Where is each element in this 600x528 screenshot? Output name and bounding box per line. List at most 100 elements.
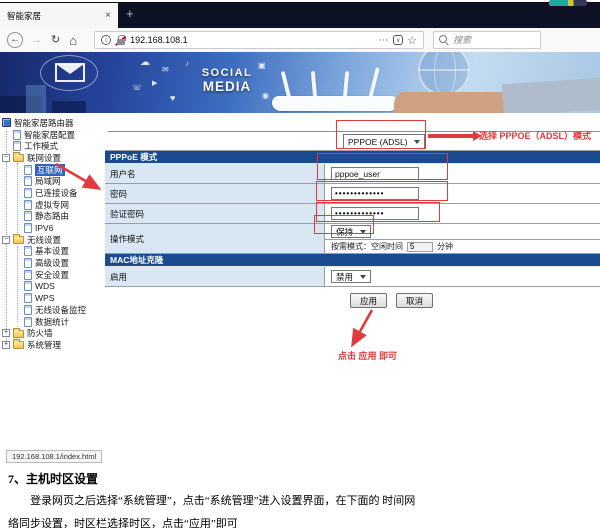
page-icon [24,246,32,256]
back-icon[interactable]: ← [7,32,23,48]
forward-icon[interactable]: → [31,35,42,46]
wan-mode-select[interactable]: PPPOE (ADSL) [343,134,425,149]
sidebar-item-work-mode[interactable]: 工作模式 [0,140,105,152]
cancel-button[interactable]: 取消 [396,293,433,308]
expand-icon[interactable] [2,341,10,349]
sidebar-folder-wireless[interactable]: 无线设置 [0,234,105,246]
pocket-icon[interactable]: ∨ [393,35,403,45]
pppoe-section-header: PPPoE 模式 [105,151,600,164]
operation-mode-label: 操作模式 [105,224,325,253]
mac-enable-label: 启用 [105,267,325,286]
collapse-icon[interactable] [2,236,10,244]
page-icon [24,188,32,198]
sidebar-item-internet[interactable]: 互联网 [0,164,105,176]
settings-table: PPPoE 模式 用户名 密码 验证密码 [105,150,600,287]
search-bar[interactable] [433,31,541,49]
sidebar-folder-system[interactable]: 系统管理 [0,339,105,351]
collapse-icon[interactable] [2,154,10,162]
address-bar[interactable]: i ⋯ ∨ [94,31,424,49]
reload-icon[interactable]: ↻ [51,35,60,46]
page-actions-icon[interactable]: ⋯ [378,35,389,46]
sleeve-image [502,78,600,113]
close-icon[interactable]: × [105,11,111,21]
search-input[interactable] [453,35,535,45]
status-link-popup: 192.168.108.1/index.html [6,450,102,463]
browser-window: 智能家居 × + ← → ↻ ⌂ i ⋯ ∨ [0,0,600,528]
sidebar-item-wps[interactable]: WPS [0,292,105,304]
url-input[interactable] [130,35,374,45]
idle-time-input[interactable] [407,242,433,252]
sidebar-item-security-settings[interactable]: 安全设置 [0,269,105,281]
mac-clone-section-header: MAC地址克隆 [105,254,600,267]
router-antenna [343,71,349,99]
username-input[interactable] [331,167,419,180]
sidebar-item-wireless-monitor[interactable]: 无线设备监控 [0,304,105,316]
folder-icon [13,341,24,349]
play-icon [152,80,157,87]
chart-icon [258,62,266,70]
folder-icon [13,236,24,244]
sidebar-root[interactable]: 智能家居路由器 [0,117,105,129]
minutes-label: 分钟 [437,241,453,252]
settings-panel: PPPOE (ADSL) PPPoE 模式 用户名 密码 [105,113,600,463]
verify-password-input[interactable] [331,207,419,220]
page-icon [24,317,32,327]
expand-icon[interactable] [2,329,10,337]
browser-tab[interactable]: 智能家居 × [0,3,118,28]
page-icon [13,130,21,140]
sidebar-item-basic-settings[interactable]: 基本设置 [0,246,105,258]
document-text: 7、主机时区设置 登录网页之后选择“系统管理”，点击“系统管理”进入设置界面，在… [0,463,600,528]
page-icon [24,176,32,186]
page-content: 智能家居路由器 智能家居配置 工作模式 联网设置 互联网 局域网 [0,113,600,463]
heart-icon [170,94,175,103]
sidebar-item-wds[interactable]: WDS [0,281,105,293]
operation-mode-row: 操作模式 保持 按需模式：空闲时间 分钟 [105,224,600,254]
social-media-text: SOCIAL MEDIA [195,68,259,94]
chevron-down-icon [414,140,420,144]
router-antenna [281,71,291,99]
sidebar-item-connected-devices[interactable]: 已连接设备 [0,187,105,199]
verify-password-label: 验证密码 [105,204,325,223]
sidebar-tree: 智能家居路由器 智能家居配置 工作模式 联网设置 互联网 局域网 [0,113,105,463]
sidebar-item-ipv6[interactable]: IPV6 [0,222,105,234]
hand-image [394,92,510,113]
tab-title: 智能家居 [7,10,101,22]
globe-icon [418,52,470,96]
target-icon [262,92,269,100]
sidebar-item-vpn[interactable]: 虚拟专网 [0,199,105,211]
folder-icon [13,154,24,162]
new-tab-button[interactable]: + [126,7,134,20]
apply-button[interactable]: 应用 [350,293,387,308]
operation-mode-select[interactable]: 保持 [331,225,371,238]
phone-icon [132,84,142,92]
chevron-down-icon [360,230,366,234]
page-icon [24,281,32,291]
music-note-icon [185,60,189,68]
bookmark-star-icon[interactable] [407,31,417,49]
sidebar-item-smarthome-config[interactable]: 智能家居配置 [0,129,105,141]
sidebar-folder-firewall[interactable]: 防火墙 [0,327,105,339]
sidebar-folder-network[interactable]: 联网设置 [0,152,105,164]
cloud-icon [140,58,150,68]
insecure-lock-icon[interactable] [115,35,126,46]
password-input[interactable] [331,187,419,200]
sidebar-item-static-route[interactable]: 静态路由 [0,211,105,223]
banner-image: SOCIAL MEDIA [0,52,600,113]
sidebar-item-advanced-settings[interactable]: 高级设置 [0,257,105,269]
sidebar-item-lan[interactable]: 局域网 [0,175,105,187]
username-label: 用户名 [105,164,325,183]
divider [108,131,600,132]
home-icon[interactable]: ⌂ [69,34,77,47]
page-icon [24,165,32,175]
form-buttons: 应用 取消 [105,293,600,308]
info-icon[interactable]: i [101,35,111,45]
page-icon [24,270,32,280]
mac-enable-select[interactable]: 禁用 [331,270,371,283]
progress-indicator [549,0,587,6]
page-icon [13,141,21,151]
page-icon [24,293,32,303]
sidebar-item-statistics[interactable]: 数据统计 [0,316,105,328]
page-icon [24,223,32,233]
document-paragraph-line1: 登录网页之后选择“系统管理”，点击“系统管理”进入设置界面，在下面的 时间网 [8,493,592,510]
mail-icon [162,66,169,74]
